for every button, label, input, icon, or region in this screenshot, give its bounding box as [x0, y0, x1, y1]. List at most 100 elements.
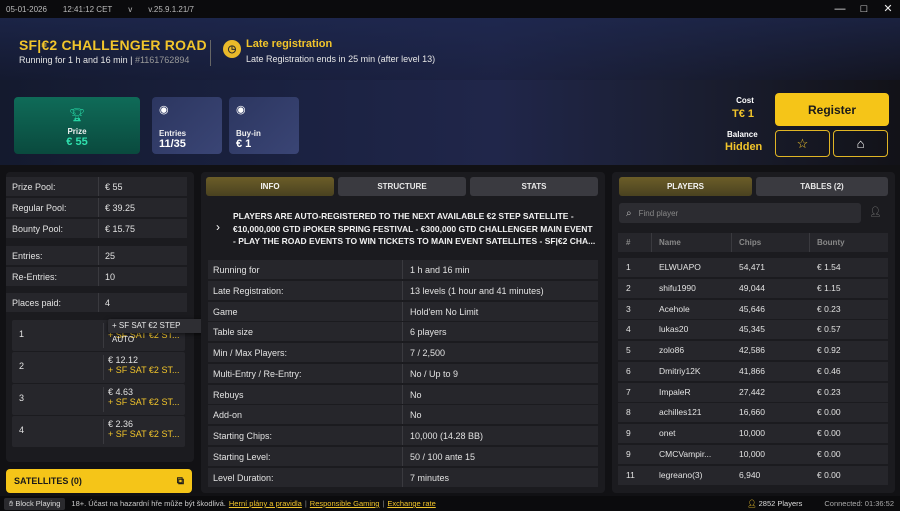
entries-value: 11/35	[159, 138, 186, 150]
cost-label: Cost	[736, 96, 754, 105]
info-row: Add-on No	[208, 405, 598, 424]
player-chips: 16,660	[739, 407, 765, 417]
player-bounty: € 1.15	[817, 283, 841, 293]
player-row[interactable]: 11 legreano(3) 6,940 € 0.00	[618, 466, 888, 485]
col-bounty[interactable]: Bounty	[817, 233, 845, 252]
info-label: Running for	[213, 264, 260, 275]
responsible-gaming-link[interactable]: Responsible Gaming	[310, 499, 380, 508]
register-button[interactable]: Register	[775, 93, 889, 126]
balance-label: Balance	[727, 130, 758, 139]
row-value: 4	[98, 293, 110, 312]
tab-players[interactable]: PLAYERS	[619, 177, 752, 196]
buyin-label: Buy-in	[236, 129, 261, 138]
player-row[interactable]: 4 lukas20 45,345 € 0.57	[618, 320, 888, 339]
col-chips[interactable]: Chips	[739, 233, 761, 252]
info-label: Game	[213, 306, 238, 317]
player-row[interactable]: 1 ELWUAPO 54,471 € 1.54	[618, 258, 888, 277]
titlebar-version: v.25.9.1.21/7	[148, 4, 194, 14]
minimize-icon[interactable]: —	[828, 0, 852, 18]
player-row[interactable]: 8 achilles121 16,660 € 0.00	[618, 403, 888, 422]
info-row: Min / Max Players: 7 / 2,500	[208, 343, 598, 362]
prize-card: 🏆︎ Prize € 55	[14, 97, 140, 154]
player-row[interactable]: 5 zolo86 42,586 € 0.92	[618, 341, 888, 360]
player-bounty: € 1.54	[817, 262, 841, 272]
tab-info[interactable]: INFO	[206, 177, 334, 196]
info-row: Starting Chips: 10,000 (14.28 BB)	[208, 426, 598, 445]
favorite-star-button[interactable]: ☆	[775, 130, 830, 157]
buyin-icon: ◉	[236, 104, 246, 116]
row-value: € 39.25	[98, 198, 135, 217]
balance-value[interactable]: Hidden	[725, 141, 762, 153]
payout-row[interactable]: 3 € 4.63 + SF SAT €2 ST...	[12, 384, 185, 415]
tournament-notice[interactable]: › PLAYERS ARE AUTO-REGISTERED TO THE NEX…	[206, 203, 599, 256]
player-name: ELWUAPO	[659, 262, 701, 272]
player-row[interactable]: 6 Dmitriy12K 41,866 € 0.46	[618, 362, 888, 381]
tab-stats[interactable]: STATS	[470, 177, 598, 196]
exchange-rate-link[interactable]: Exchange rate	[387, 499, 435, 508]
buyin-card: ◉ Buy-in € 1	[229, 97, 299, 154]
row-value: 10	[98, 267, 115, 286]
payout-row[interactable]: 2 € 12.12 + SF SAT €2 ST...	[12, 352, 185, 383]
info-value: No / Up to 9	[402, 364, 458, 383]
info-value: No	[402, 405, 422, 424]
maximize-icon[interactable]: □	[852, 0, 876, 18]
version-chevron-icon[interactable]: v	[128, 5, 132, 14]
info-value: 7 minutes	[402, 468, 449, 487]
player-bounty: € 0.23	[817, 304, 841, 314]
buyin-value: € 1	[236, 138, 252, 150]
player-rank: 7	[626, 387, 631, 397]
user-icon[interactable]: 👤︎	[869, 207, 882, 218]
running-time: Running for 1 h and 16 min |	[19, 55, 133, 65]
info-label: Starting Chips:	[213, 430, 273, 441]
payout-place: 2	[19, 361, 25, 371]
player-row[interactable]: 3 Acehole 45,646 € 0.23	[618, 300, 888, 319]
prize-pool-row: Prize Pool: € 55	[6, 177, 187, 196]
info-row: Starting Level: 50 / 100 ante 15	[208, 447, 598, 466]
title-bar: 05-01-2026 12:41:12 CET v v.25.9.1.21/7 …	[0, 0, 900, 18]
cost-value: T€ 1	[732, 108, 755, 120]
row-label: Regular Pool:	[12, 202, 67, 213]
player-bounty: € 0.57	[817, 324, 841, 334]
gambling-warning: 18+. Účast na hazardní hře může být škod…	[71, 499, 226, 508]
notice-text: PLAYERS ARE AUTO-REGISTERED TO THE NEXT …	[233, 211, 596, 246]
tab-tables[interactable]: TABLES (2)	[756, 177, 888, 196]
close-icon[interactable]: ✕	[876, 0, 900, 18]
row-value: € 55	[98, 177, 123, 196]
player-row[interactable]: 2 shifu1990 49,044 € 1.15	[618, 279, 888, 298]
block-playing-button[interactable]: ✋︎ Block Playing	[4, 497, 66, 510]
player-name: Dmitriy12K	[659, 366, 701, 376]
info-label: Level Duration:	[213, 472, 274, 483]
player-bounty: € 0.00	[817, 407, 841, 417]
row-label: Entries:	[12, 250, 43, 261]
info-value: 7 / 2,500	[402, 343, 445, 362]
search-icon: ⌕	[626, 207, 632, 219]
lobby-home-button[interactable]: ⌂	[833, 130, 888, 157]
external-link-icon: ⧉	[176, 475, 184, 487]
tab-structure[interactable]: STRUCTURE	[338, 177, 466, 196]
player-bounty: € 0.00	[817, 449, 841, 459]
find-player-input[interactable]: ⌕ Find player	[619, 203, 861, 223]
player-row[interactable]: 9 onet 10,000 € 0.00	[618, 424, 888, 443]
satellites-button[interactable]: SATELLITES (0) ⧉	[6, 469, 192, 493]
player-row[interactable]: 7 ImpaleR 27,442 € 0.23	[618, 383, 888, 402]
titlebar-time: 12:41:12 CET	[62, 4, 113, 14]
trophy-icon: 🏆︎	[68, 107, 86, 122]
chevron-right-icon[interactable]: ›	[216, 220, 220, 234]
player-name: legreano(3)	[659, 470, 703, 480]
player-name: Acehole	[659, 304, 690, 314]
players-count: 2852 Players	[758, 499, 803, 508]
player-row[interactable]: 9 CMCVampir... 10,000 € 0.00	[618, 445, 888, 464]
info-label: Rebuys	[213, 389, 244, 400]
rules-link[interactable]: Herní plány a pravidla	[229, 499, 302, 508]
col-name[interactable]: Name	[659, 233, 681, 252]
row-label: Prize Pool:	[12, 181, 56, 192]
player-rank: 9	[626, 449, 631, 459]
payout-value: € 2.36 + SF SAT €2 ST...	[103, 419, 179, 444]
payout-ticket: + SF SAT €2 ST...	[108, 397, 180, 407]
late-registration-title: Late registration	[246, 38, 333, 50]
col-rank[interactable]: #	[626, 233, 630, 252]
star-icon: ☆	[796, 135, 809, 151]
payout-row[interactable]: 4 € 2.36 + SF SAT €2 ST...	[12, 416, 185, 447]
player-chips: 45,646	[739, 304, 765, 314]
payout-value: € 12.12 + SF SAT €2 ST...	[103, 355, 179, 380]
